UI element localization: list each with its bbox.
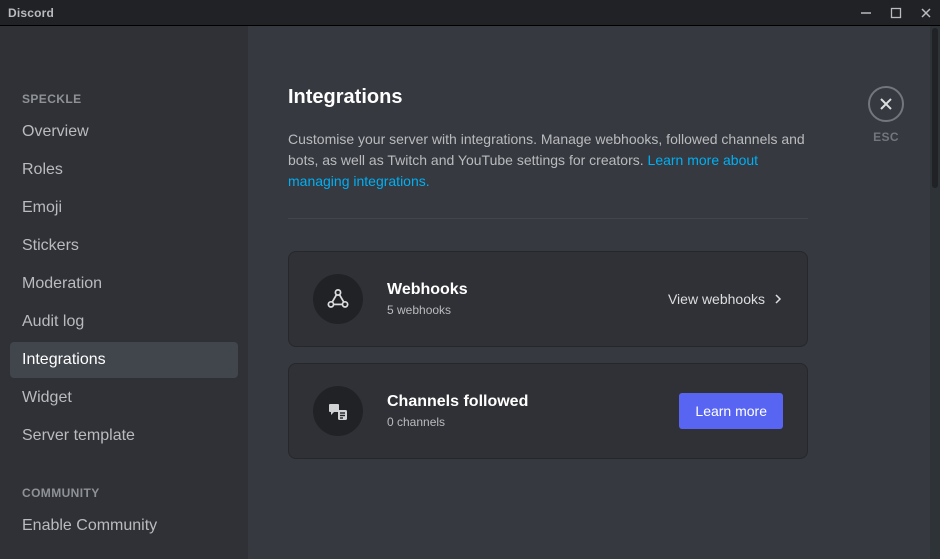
webhooks-card: Webhooks 5 webhooks View webhooks (288, 251, 808, 347)
app-logo: Discord (8, 6, 54, 20)
page-description: Customise your server with integrations.… (288, 129, 808, 192)
sidebar-item-integrations[interactable]: Integrations (10, 342, 238, 378)
sidebar-item-widget[interactable]: Widget (10, 380, 238, 416)
close-x-icon (878, 96, 894, 112)
esc-label: ESC (873, 130, 899, 144)
sidebar-item-moderation[interactable]: Moderation (10, 266, 238, 302)
window-titlebar: Discord (0, 0, 940, 26)
channels-followed-card: Channels followed 0 channels Learn more (288, 363, 808, 459)
sidebar-item-server-template[interactable]: Server template (10, 418, 238, 454)
page-title: Integrations (288, 86, 900, 109)
scrollbar-thumb[interactable] (932, 28, 938, 188)
section-divider (288, 218, 808, 219)
sidebar-item-roles[interactable]: Roles (10, 152, 238, 188)
channels-followed-title: Channels followed (387, 393, 679, 411)
sidebar-header-speckle: SPECKLE (10, 86, 238, 114)
webhooks-title: Webhooks (387, 281, 668, 299)
close-settings-button[interactable] (868, 86, 904, 122)
close-icon[interactable] (920, 7, 932, 19)
webhooks-subtitle: 5 webhooks (387, 303, 668, 317)
sidebar-item-overview[interactable]: Overview (10, 114, 238, 150)
webhook-icon (313, 274, 363, 324)
window-controls (860, 7, 932, 19)
settings-sidebar: SPECKLE Overview Roles Emoji Stickers Mo… (0, 26, 248, 559)
learn-more-button[interactable]: Learn more (679, 393, 783, 429)
sidebar-item-stickers[interactable]: Stickers (10, 228, 238, 264)
channels-followed-subtitle: 0 channels (387, 415, 679, 429)
view-webhooks-label: View webhooks (668, 291, 765, 307)
channels-followed-icon (313, 386, 363, 436)
chevron-right-icon (773, 294, 783, 304)
close-settings: ESC (868, 86, 904, 144)
sidebar-item-emoji[interactable]: Emoji (10, 190, 238, 226)
maximize-icon[interactable] (890, 7, 902, 19)
settings-content: Integrations Customise your server with … (248, 26, 940, 559)
sidebar-item-audit-log[interactable]: Audit log (10, 304, 238, 340)
sidebar-header-community: COMMUNITY (10, 480, 238, 508)
sidebar-item-enable-community[interactable]: Enable Community (10, 508, 238, 544)
minimize-icon[interactable] (860, 7, 872, 19)
view-webhooks-link[interactable]: View webhooks (668, 291, 783, 307)
